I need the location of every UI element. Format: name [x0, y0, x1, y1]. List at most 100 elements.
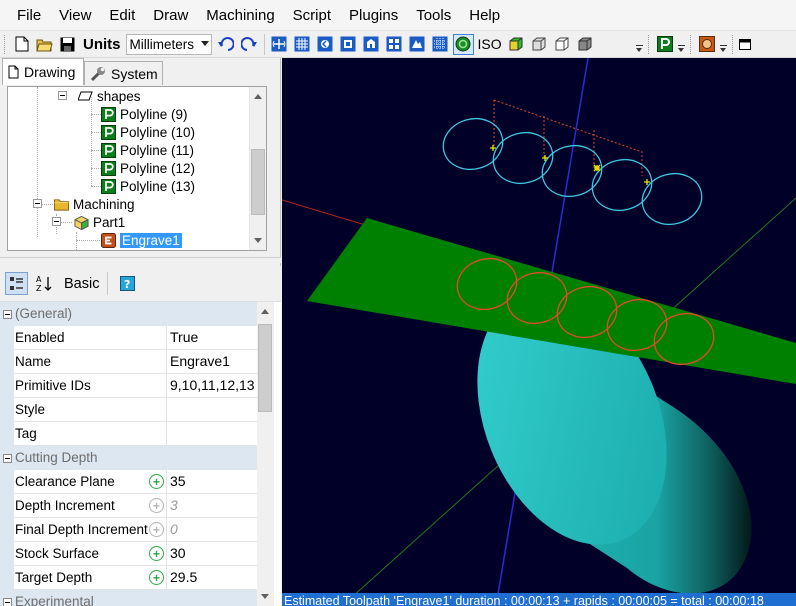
property-value[interactable]: 0 [167, 518, 257, 542]
scroll-down-icon[interactable] [254, 238, 262, 243]
redo-icon[interactable] [239, 34, 260, 55]
property-row-target-depth[interactable]: Target Depth + 29.5 [0, 566, 257, 590]
help-icon[interactable]: ? [116, 272, 139, 295]
menu-plugins[interactable]: Plugins [340, 0, 407, 31]
property-row-style[interactable]: Style [0, 398, 257, 422]
tree-collapse-shapes[interactable] [58, 91, 67, 100]
scroll-up-icon[interactable] [261, 309, 269, 314]
new-file-icon[interactable] [11, 34, 32, 55]
toolbar-grip-3[interactable] [689, 34, 693, 54]
collapse-icon[interactable] [2, 453, 12, 463]
tree-item-part[interactable]: Part1 [74, 213, 125, 231]
scroll-thumb[interactable] [258, 324, 272, 412]
basic-view-button[interactable]: Basic [64, 276, 99, 292]
scroll-thumb[interactable] [251, 149, 265, 215]
scene-canvas[interactable] [282, 58, 796, 606]
view-top-icon[interactable] [338, 34, 359, 55]
tree-item-shapes[interactable]: shapes [78, 87, 141, 105]
perspective-icon[interactable] [452, 33, 474, 55]
add-circle-icon[interactable]: + [149, 474, 164, 489]
add-circle-icon[interactable]: + [149, 546, 164, 561]
categorized-icon[interactable] [5, 272, 28, 295]
add-circle-icon[interactable]: + [149, 498, 164, 513]
property-value[interactable]: 35 [167, 470, 257, 494]
menu-file[interactable]: File [8, 0, 50, 31]
tree-item-polyline[interactable]: Polyline (9) [101, 105, 188, 123]
tree-collapse-part[interactable] [52, 217, 61, 226]
tree-scrollbar[interactable] [249, 87, 266, 250]
tree-collapse-machining[interactable] [33, 199, 42, 208]
open-folder-icon[interactable] [34, 34, 55, 55]
add-circle-icon[interactable]: + [149, 522, 164, 537]
units-dropdown[interactable]: Millimeters [125, 33, 212, 55]
scroll-up-icon[interactable] [254, 94, 262, 99]
menu-machining[interactable]: Machining [197, 0, 283, 31]
menu-help[interactable]: Help [460, 0, 509, 31]
solid-cube-icon[interactable] [575, 34, 596, 55]
property-row-primitive-ids[interactable]: Primitive IDs 9,10,11,12,13 [0, 374, 257, 398]
tree-item-polyline[interactable]: Polyline (12) [101, 159, 195, 177]
menu-view[interactable]: View [50, 0, 100, 31]
property-value[interactable] [167, 398, 257, 422]
view-bottom-icon[interactable] [430, 34, 451, 55]
category-cutting-depth[interactable]: Cutting Depth [0, 446, 257, 470]
menu-script[interactable]: Script [284, 0, 340, 31]
view-fit-icon[interactable] [269, 34, 290, 55]
property-row-final-depth-increment[interactable]: Final Depth Increment + 0 [0, 518, 257, 542]
drawing-tree[interactable]: shapes Polyline (9) Polyline (10) Polyli… [7, 86, 267, 251]
propertygrid-scrollbar[interactable] [257, 302, 274, 606]
record-icon[interactable] [697, 34, 718, 55]
tab-drawing[interactable]: Drawing [2, 58, 84, 85]
3d-viewport[interactable] [282, 58, 796, 606]
property-value[interactable]: True [167, 326, 257, 350]
save-icon[interactable] [57, 34, 78, 55]
polyline-icon[interactable] [655, 34, 676, 55]
iso-button[interactable]: ISO [478, 36, 502, 52]
property-row-depth-increment[interactable]: Depth Increment + 3 [0, 494, 257, 518]
toolbar-overflow-2[interactable] [677, 34, 686, 55]
property-row-name[interactable]: Name Engrave1 [0, 350, 257, 374]
tree-item-polyline[interactable]: Polyline (13) [101, 177, 195, 195]
collapse-icon[interactable] [2, 597, 12, 606]
property-row-stock-surface[interactable]: Stock Surface + 30 [0, 542, 257, 566]
tree-item-engrave[interactable]: Engrave1 [101, 231, 182, 249]
view-right-icon[interactable] [407, 34, 428, 55]
tab-system[interactable]: System [84, 61, 163, 85]
toolbar-grip-2[interactable] [647, 34, 651, 54]
property-value[interactable]: 3 [167, 494, 257, 518]
toolbar-overflow-1[interactable] [635, 34, 644, 55]
panel-splitter[interactable] [0, 257, 281, 263]
property-value[interactable] [167, 422, 257, 446]
view-back-icon[interactable] [361, 34, 382, 55]
menu-edit[interactable]: Edit [100, 0, 144, 31]
maximize-icon[interactable] [738, 34, 751, 55]
property-row-clearance-plane[interactable]: Clearance Plane + 35 [0, 470, 257, 494]
property-value[interactable]: 29.5 [167, 566, 257, 590]
grid-icon[interactable] [292, 34, 313, 55]
menu-draw[interactable]: Draw [144, 0, 197, 31]
tree-item-machining[interactable]: Machining [54, 195, 135, 213]
property-value[interactable]: Engrave1 [167, 350, 257, 374]
property-value[interactable]: 9,10,11,12,13 [167, 374, 257, 398]
category-general[interactable]: (General) [0, 302, 257, 326]
shaded-cube-icon[interactable] [506, 34, 527, 55]
collapse-icon[interactable] [2, 309, 12, 319]
menu-tools[interactable]: Tools [407, 0, 460, 31]
sort-alpha-icon[interactable]: AZ [33, 272, 56, 295]
add-circle-icon[interactable]: + [149, 570, 164, 585]
wireframe-cube-icon[interactable] [529, 34, 550, 55]
category-experimental[interactable]: Experimental [0, 590, 257, 606]
toolbar-grip-4[interactable] [731, 34, 735, 54]
undo-icon[interactable] [216, 34, 237, 55]
tree-item-polyline[interactable]: Polyline (10) [101, 123, 195, 141]
tree-item-polyline[interactable]: Polyline (11) [101, 141, 194, 159]
outline-cube-icon[interactable] [552, 34, 573, 55]
toolbar-overflow-3[interactable] [719, 34, 728, 55]
property-row-tag[interactable]: Tag [0, 422, 257, 446]
view-front-icon[interactable] [315, 34, 336, 55]
view-left-icon[interactable] [384, 34, 405, 55]
property-value[interactable]: 30 [167, 542, 257, 566]
toolbar-grip[interactable] [4, 34, 7, 54]
scroll-down-icon[interactable] [261, 594, 269, 599]
property-row-enabled[interactable]: Enabled True [0, 326, 257, 350]
